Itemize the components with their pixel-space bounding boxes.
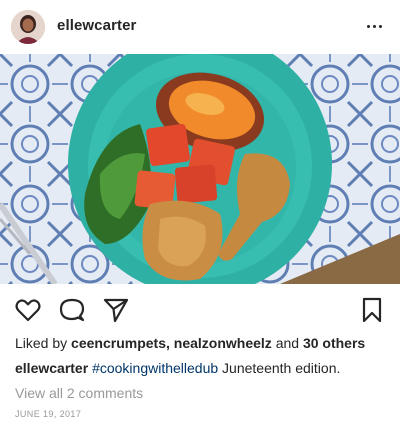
post-date: JUNE 19, 2017 bbox=[15, 409, 82, 419]
caption-text: Juneteenth edition. bbox=[222, 360, 341, 376]
liker-nealzonwheelz[interactable]: nealzonwheelz bbox=[174, 335, 272, 351]
heart-icon[interactable] bbox=[14, 296, 42, 324]
likes-summary: Liked by ceencrumpets, nealzonwheelz and… bbox=[15, 335, 365, 351]
bookmark-icon[interactable] bbox=[358, 296, 386, 324]
caption-hashtag[interactable]: #cookingwithelledub bbox=[92, 360, 218, 376]
username[interactable]: ellewcarter bbox=[57, 17, 136, 34]
caption: ellewcarter #cookingwithelledub Juneteen… bbox=[15, 360, 340, 376]
more-horizontal-icon[interactable] bbox=[362, 14, 386, 38]
post-photo[interactable] bbox=[0, 54, 400, 284]
caption-username[interactable]: ellewcarter bbox=[15, 360, 88, 376]
avatar[interactable] bbox=[11, 10, 45, 44]
likes-prefix: Liked by bbox=[15, 335, 68, 351]
likes-and: and bbox=[275, 335, 300, 351]
view-comments-link[interactable]: View all 2 comments bbox=[15, 385, 143, 401]
liker-separator: , bbox=[165, 335, 170, 351]
liker-ceencrumpets[interactable]: ceencrumpets bbox=[71, 335, 166, 351]
action-bar bbox=[0, 286, 400, 330]
post-header: ellewcarter bbox=[0, 0, 400, 54]
send-icon[interactable] bbox=[102, 296, 130, 324]
likes-others[interactable]: 30 others bbox=[303, 335, 365, 351]
comment-icon[interactable] bbox=[58, 296, 86, 324]
